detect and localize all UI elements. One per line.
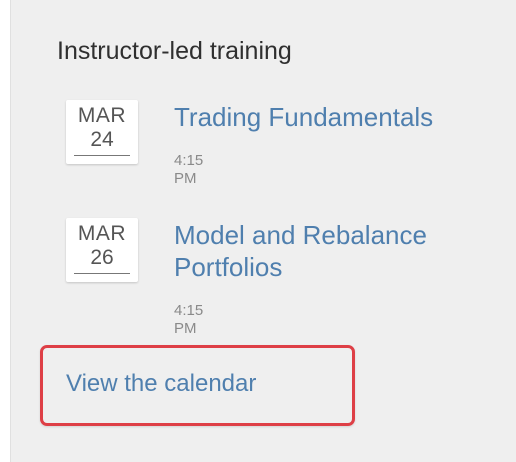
date-badge: MAR 26 xyxy=(66,218,138,282)
event-title-link[interactable]: Model and Rebalance Portfolios xyxy=(174,219,494,283)
event-title-link[interactable]: Trading Fundamentals xyxy=(174,101,494,133)
date-day: 26 xyxy=(90,246,114,269)
date-divider xyxy=(74,273,130,274)
view-calendar-link[interactable]: View the calendar xyxy=(66,369,256,399)
date-month: MAR xyxy=(77,222,127,245)
training-panel: Instructor-led training MAR 24 Trading F… xyxy=(10,0,516,462)
event-time: 4:15 PM xyxy=(174,152,204,187)
section-title: Instructor-led training xyxy=(57,37,292,65)
date-badge: MAR 24 xyxy=(66,100,138,164)
date-month: MAR xyxy=(77,104,127,127)
date-day: 24 xyxy=(90,128,114,151)
event-time: 4:15 PM xyxy=(174,302,204,337)
date-divider xyxy=(74,155,130,156)
